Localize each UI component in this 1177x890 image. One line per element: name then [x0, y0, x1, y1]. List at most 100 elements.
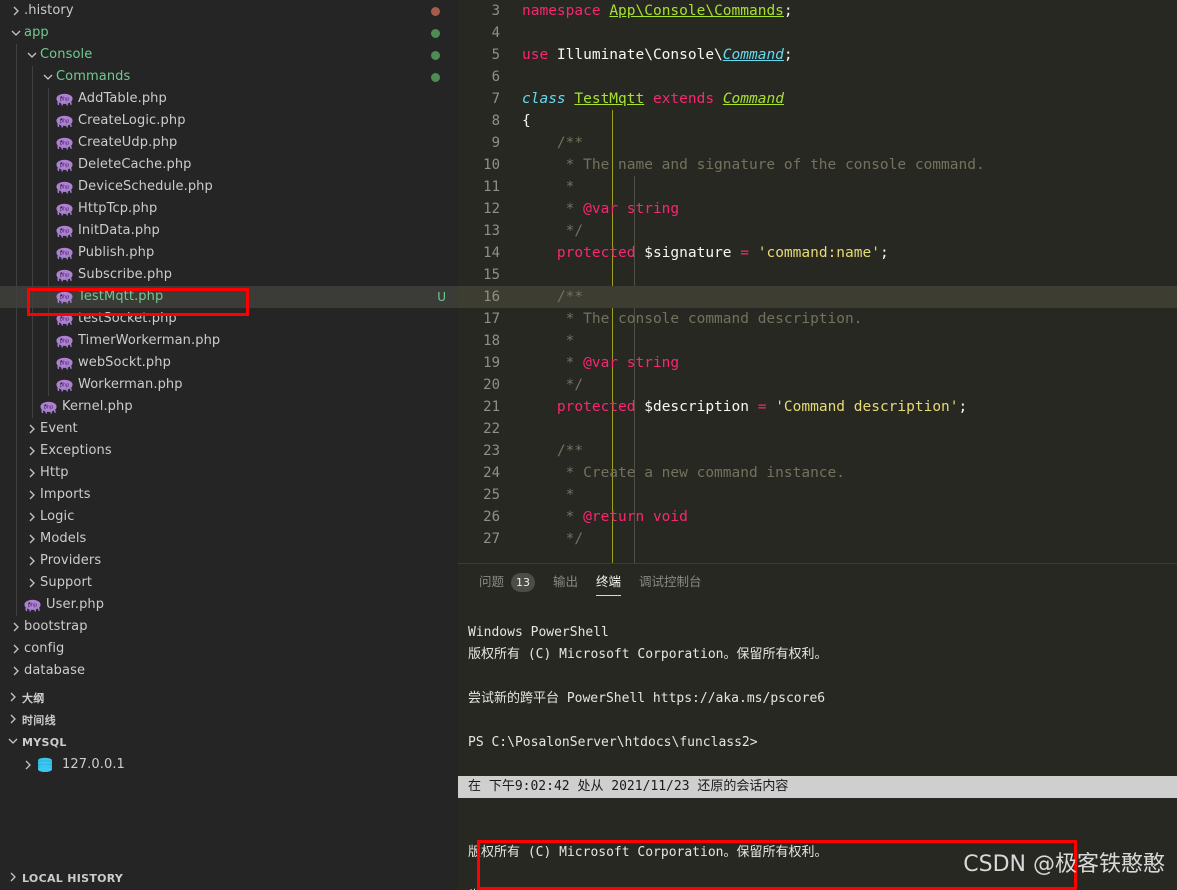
tree-item-logic[interactable]: Logic [0, 506, 458, 528]
tree-item-timerworkerman-php[interactable]: php TimerWorkerman.php [0, 330, 458, 352]
code-line-18[interactable]: 18 * [458, 330, 1177, 352]
code-token: 'command:name' [757, 245, 880, 261]
chevron-right-icon[interactable] [24, 484, 40, 506]
code-line-23[interactable]: 23 /** [458, 440, 1177, 462]
tree-item-database[interactable]: database [0, 660, 458, 682]
local-history-section[interactable]: LOCAL HISTORY [0, 868, 458, 890]
tree-item-commands[interactable]: Commands [0, 66, 458, 88]
chevron-down-icon[interactable] [4, 732, 22, 754]
code-token: * [522, 201, 584, 217]
sidebar-section-outline[interactable]: 大纲 [0, 688, 458, 710]
code-text: */ [514, 374, 583, 396]
tree-item-websockt-php[interactable]: php webSockt.php [0, 352, 458, 374]
tree-item-models[interactable]: Models [0, 528, 458, 550]
code-token: { [522, 113, 531, 129]
terminal-spacer [468, 798, 1177, 820]
chevron-right-icon[interactable] [24, 506, 40, 528]
code-line-17[interactable]: 17 * The console command description. [458, 308, 1177, 330]
panel-tab-debug-console[interactable]: 调试控制台 [630, 564, 711, 600]
tree-item-providers[interactable]: Providers [0, 550, 458, 572]
chevron-right-icon[interactable] [8, 616, 24, 638]
chevron-down-icon[interactable] [8, 22, 24, 44]
panel-tab-output[interactable]: 输出 [544, 564, 587, 600]
chevron-right-icon[interactable] [20, 754, 36, 776]
sidebar-section-timeline[interactable]: 时间线 [0, 710, 458, 732]
chevron-right-icon[interactable] [8, 0, 24, 22]
line-number: 22 [483, 421, 500, 437]
code-line-16[interactable]: 16 /** [458, 286, 1177, 308]
tree-item-deviceschedule-php[interactable]: php DeviceSchedule.php [0, 176, 458, 198]
code-line-9[interactable]: 9 /** [458, 132, 1177, 154]
panel-tab-terminal[interactable]: 终端 [587, 564, 630, 600]
svg-text:php: php [60, 339, 70, 345]
tree-item-addtable-php[interactable]: php AddTable.php [0, 88, 458, 110]
tree-item-testmqtt-php[interactable]: php TestMqtt.php U [0, 286, 458, 308]
code-line-21[interactable]: 21 protected $description = 'Command des… [458, 396, 1177, 418]
code-text: class TestMqtt extends Command [514, 88, 784, 110]
tree-item-createlogic-php[interactable]: php CreateLogic.php [0, 110, 458, 132]
chevron-right-icon[interactable] [24, 528, 40, 550]
tree-item-app[interactable]: app [0, 22, 458, 44]
chevron-right-icon[interactable] [4, 688, 22, 710]
tree-item-imports[interactable]: Imports [0, 484, 458, 506]
code-line-13[interactable]: 13 */ [458, 220, 1177, 242]
tree-item-subscribe-php[interactable]: php Subscribe.php [0, 264, 458, 286]
code-token: * [522, 333, 575, 349]
tree-item-user-php[interactable]: php User.php [0, 594, 458, 616]
code-line-10[interactable]: 10 * The name and signature of the conso… [458, 154, 1177, 176]
code-line-24[interactable]: 24 * Create a new command instance. [458, 462, 1177, 484]
chevron-right-icon[interactable] [24, 550, 40, 572]
terminal-line: PS C:\PosalonServer\htdocs\funclass2> [468, 735, 758, 750]
code-line-15[interactable]: 15 [458, 264, 1177, 286]
sidebar-section-mysql[interactable]: MYSQL [0, 732, 458, 754]
file-tree[interactable]: .history app Console Commands php AddTable.ph… [0, 0, 458, 688]
code-line-27[interactable]: 27 */ [458, 528, 1177, 550]
tree-item-bootstrap[interactable]: bootstrap [0, 616, 458, 638]
code-editor[interactable]: 3 namespace App\Console\Commands; 4 5 use Il… [458, 0, 1177, 563]
tree-item-exceptions[interactable]: Exceptions [0, 440, 458, 462]
local-history-header[interactable]: LOCAL HISTORY [0, 868, 458, 890]
indent-guide [16, 154, 17, 176]
tree-item-kernel-php[interactable]: php Kernel.php [0, 396, 458, 418]
chevron-right-icon[interactable] [4, 710, 22, 732]
panel-tab-problems[interactable]: 问题 13 [470, 564, 544, 600]
chevron-down-icon[interactable] [24, 44, 40, 66]
code-line-4[interactable]: 4 [458, 22, 1177, 44]
chevron-right-icon[interactable] [8, 638, 24, 660]
tree-item-console[interactable]: Console [0, 44, 458, 66]
indent-guide [16, 506, 17, 528]
code-line-22[interactable]: 22 [458, 418, 1177, 440]
tree-item-initdata-php[interactable]: php InitData.php [0, 220, 458, 242]
code-line-14[interactable]: 14 protected $signature = 'command:name'… [458, 242, 1177, 264]
tree-item-deletecache-php[interactable]: php DeleteCache.php [0, 154, 458, 176]
tree-item--history[interactable]: .history [0, 0, 458, 22]
code-line-3[interactable]: 3 namespace App\Console\Commands; [458, 0, 1177, 22]
code-line-7[interactable]: 7 class TestMqtt extends Command [458, 88, 1177, 110]
code-line-8[interactable]: 8{ [458, 110, 1177, 132]
code-line-19[interactable]: 19 * @var string [458, 352, 1177, 374]
code-line-6[interactable]: 6 [458, 66, 1177, 88]
tree-item-publish-php[interactable]: php Publish.php [0, 242, 458, 264]
code-line-26[interactable]: 26 * @return void [458, 506, 1177, 528]
tree-item-config[interactable]: config [0, 638, 458, 660]
chevron-down-icon[interactable] [40, 66, 56, 88]
code-line-5[interactable]: 5 use Illuminate\Console\Command; [458, 44, 1177, 66]
mysql-connection-item[interactable]: 127.0.0.1 [0, 754, 458, 776]
chevron-right-icon[interactable] [8, 660, 24, 682]
code-line-11[interactable]: 11 * [458, 176, 1177, 198]
tree-item-testsocket-php[interactable]: php testSocket.php [0, 308, 458, 330]
chevron-right-icon[interactable] [24, 440, 40, 462]
chevron-right-icon[interactable] [24, 462, 40, 484]
tree-item-createudp-php[interactable]: php CreateUdp.php [0, 132, 458, 154]
panel-tab-bar[interactable]: 问题 13 输出 终端 调试控制台 [458, 564, 1177, 600]
tree-item-support[interactable]: Support [0, 572, 458, 594]
tree-item-workerman-php[interactable]: php Workerman.php [0, 374, 458, 396]
code-line-12[interactable]: 12 * @var string [458, 198, 1177, 220]
code-line-25[interactable]: 25 * [458, 484, 1177, 506]
tree-item-httptcp-php[interactable]: php HttpTcp.php [0, 198, 458, 220]
chevron-right-icon[interactable] [24, 418, 40, 440]
chevron-right-icon[interactable] [24, 572, 40, 594]
code-line-20[interactable]: 20 */ [458, 374, 1177, 396]
tree-item-http[interactable]: Http [0, 462, 458, 484]
tree-item-event[interactable]: Event [0, 418, 458, 440]
